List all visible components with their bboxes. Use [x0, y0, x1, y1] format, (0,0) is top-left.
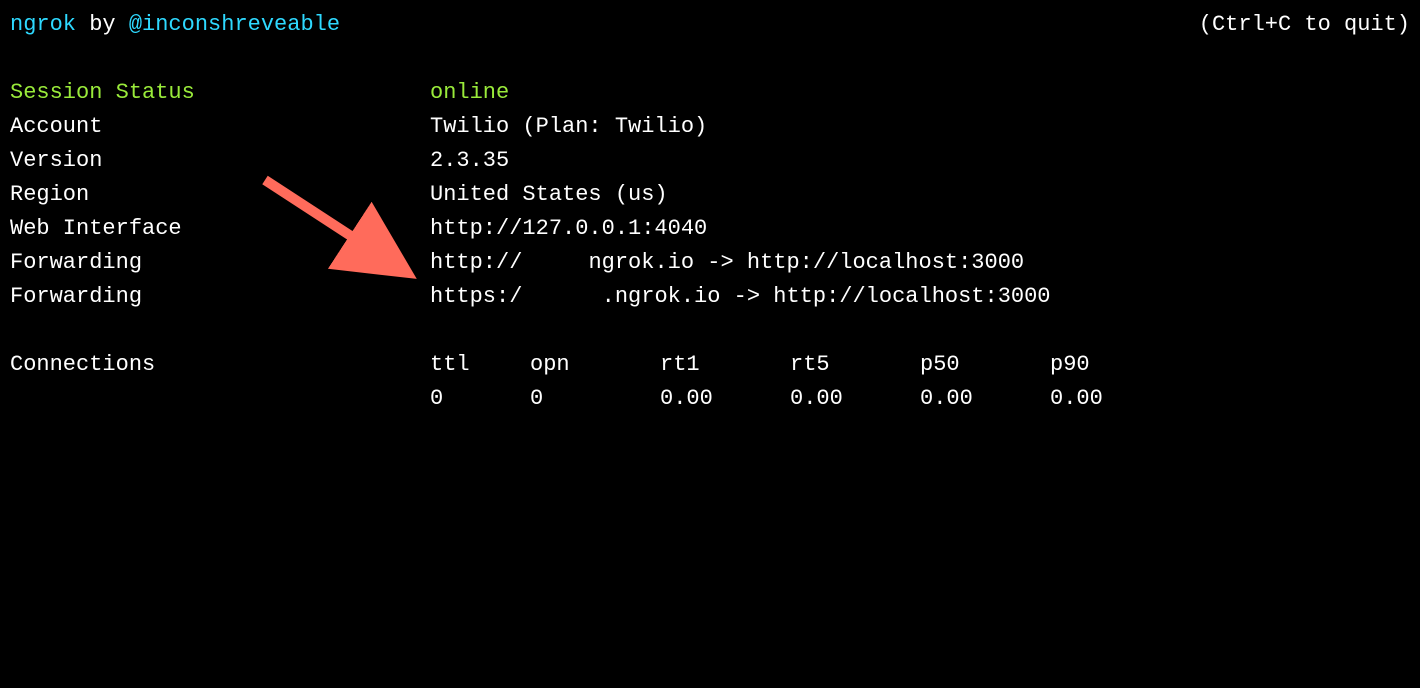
- label-account: Account: [10, 110, 430, 144]
- conn-h-p50: p50: [920, 348, 1050, 382]
- label-connections: Connections: [10, 348, 430, 382]
- row-session-status: Session Statusonline: [10, 76, 1410, 110]
- quit-hint: (Ctrl+C to quit): [1199, 8, 1410, 42]
- brand-name: ngrok: [10, 12, 76, 37]
- label-web-interface: Web Interface: [10, 212, 430, 246]
- row-connections: Connections ttl opn rt1 rt5 p50 p90 0 0 …: [10, 348, 1410, 416]
- value-session-status: online: [430, 80, 509, 105]
- value-web-interface: http://127.0.0.1:4040: [430, 216, 707, 241]
- value-forwarding-2: https:/xxxxxx.ngrok.io -> http://localho…: [430, 284, 1051, 309]
- conn-v-ttl: 0: [430, 382, 530, 416]
- value-forwarding-1: http://xxxxxngrok.io -> http://localhost…: [430, 250, 1024, 275]
- header-left: ngrok by @inconshreveable: [10, 8, 340, 42]
- conn-h-p90: p90: [1050, 348, 1180, 382]
- author-handle: @inconshreveable: [129, 12, 340, 37]
- conn-h-rt1: rt1: [660, 348, 790, 382]
- conn-v-p90: 0.00: [1050, 382, 1180, 416]
- conn-v-rt1: 0.00: [660, 382, 790, 416]
- label-version: Version: [10, 144, 430, 178]
- label-session-status: Session Status: [10, 76, 430, 110]
- by-word: by: [76, 12, 129, 37]
- conn-v-opn: 0: [530, 382, 660, 416]
- row-web-interface: Web Interfacehttp://127.0.0.1:4040: [10, 212, 1410, 246]
- row-version: Version2.3.35: [10, 144, 1410, 178]
- conn-v-rt5: 0.00: [790, 382, 920, 416]
- value-account: Twilio (Plan: Twilio): [430, 114, 707, 139]
- connections-table: ttl opn rt1 rt5 p50 p90 0 0 0.00 0.00 0.…: [430, 348, 1180, 416]
- label-forwarding-2: Forwarding: [10, 280, 430, 314]
- conn-h-opn: opn: [530, 348, 660, 382]
- conn-h-ttl: ttl: [430, 348, 530, 382]
- header-line: ngrok by @inconshreveable (Ctrl+C to qui…: [10, 8, 1410, 42]
- value-region: United States (us): [430, 182, 668, 207]
- value-version: 2.3.35: [430, 148, 509, 173]
- conn-h-rt5: rt5: [790, 348, 920, 382]
- row-account: AccountTwilio (Plan: Twilio): [10, 110, 1410, 144]
- conn-v-p50: 0.00: [920, 382, 1050, 416]
- label-forwarding-1: Forwarding: [10, 246, 430, 280]
- connections-header-row: ttl opn rt1 rt5 p50 p90: [430, 348, 1180, 382]
- label-region: Region: [10, 178, 430, 212]
- row-forwarding-http: Forwardinghttp://xxxxxngrok.io -> http:/…: [10, 246, 1410, 280]
- connections-value-row: 0 0 0.00 0.00 0.00 0.00: [430, 382, 1180, 416]
- row-region: RegionUnited States (us): [10, 178, 1410, 212]
- row-forwarding-https: Forwardinghttps:/xxxxxx.ngrok.io -> http…: [10, 280, 1410, 314]
